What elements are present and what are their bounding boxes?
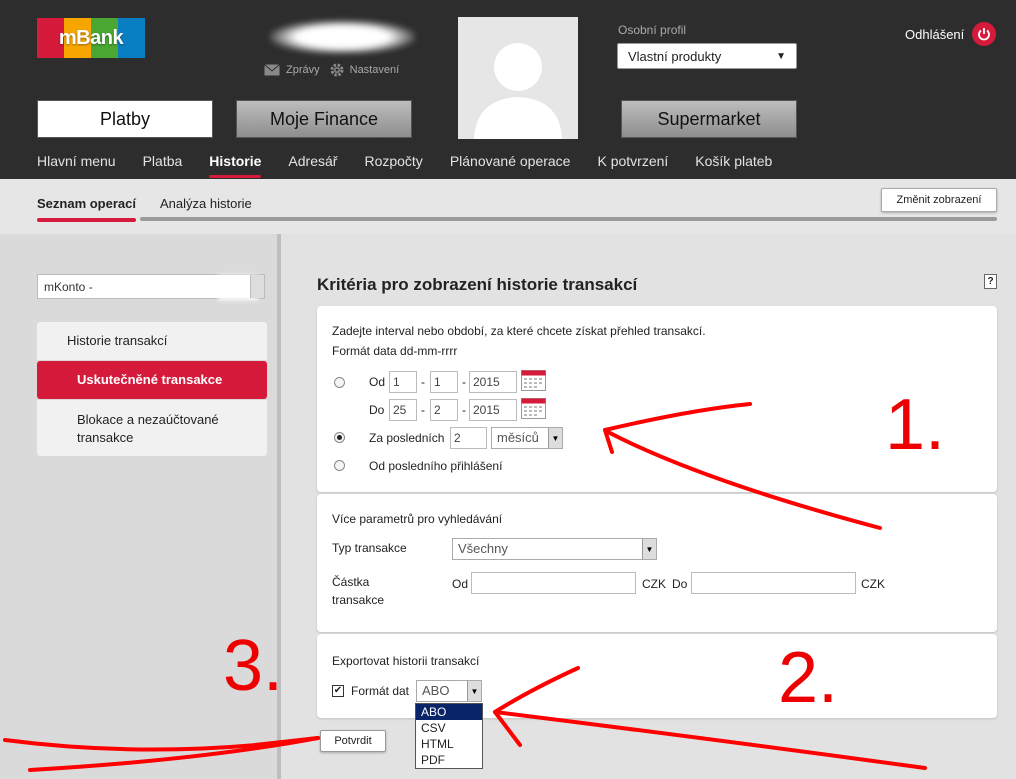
format-option[interactable]: ABO — [416, 704, 482, 720]
nav-k-potvrzeni[interactable]: K potvrzení — [597, 153, 668, 169]
transaction-type-label: Typ transakce — [332, 541, 407, 555]
nav-kosik-plateb[interactable]: Košík plateb — [695, 153, 772, 169]
format-option[interactable]: HTML — [416, 736, 482, 752]
nav-platba[interactable]: Platba — [143, 153, 183, 169]
change-view-button[interactable]: Změnit zobrazení — [881, 188, 997, 212]
to-month-input[interactable]: 2 — [430, 399, 458, 421]
to-label: Do — [369, 403, 385, 417]
more-params-title: Více parametrů pro vyhledávání — [332, 512, 503, 526]
messages-link[interactable]: Zprávy — [264, 64, 320, 76]
amount-from-label: Od — [452, 577, 469, 591]
annotation-1: 1. — [885, 385, 946, 465]
since-login-label: Od posledního přihlášení — [369, 459, 503, 473]
date-format-hint: Formát data dd-mm-rrrr — [332, 344, 458, 358]
account-select[interactable]: mKonto - — [37, 274, 265, 300]
currency-label: CZK — [642, 577, 666, 591]
help-icon[interactable]: ? — [984, 274, 997, 289]
annotation-3: 3. — [223, 626, 284, 706]
moje-finance-button[interactable]: Moje Finance — [236, 100, 412, 138]
amount-label: Částka — [332, 575, 370, 589]
radio-last-period[interactable] — [334, 432, 345, 443]
radio-date-range[interactable] — [334, 377, 345, 388]
nav-historie[interactable]: Historie — [209, 153, 262, 178]
nav-hlavni-menu[interactable]: Hlavní menu — [37, 153, 116, 169]
format-option[interactable]: PDF — [416, 752, 482, 768]
chevron-down-icon — [250, 275, 264, 298]
amount-to-label: Do — [672, 577, 688, 591]
calendar-icon[interactable] — [521, 398, 546, 419]
main-nav: Hlavní menu Platba Historie Adresář Rozp… — [37, 153, 799, 178]
person-silhouette-icon — [474, 43, 562, 139]
chevron-down-icon: ▼ — [776, 50, 786, 62]
from-month-input[interactable]: 1 — [430, 371, 458, 393]
tab-analyza-historie[interactable]: Analýza historie — [160, 196, 252, 211]
interval-intro: Zadejte interval nebo období, za které c… — [332, 324, 706, 338]
format-dropdown-list: ABO CSV HTML PDF — [415, 703, 483, 769]
last-period-input[interactable]: 2 — [450, 427, 487, 449]
more-params-panel: Více parametrů pro vyhledávání Typ trans… — [317, 494, 997, 632]
envelope-icon — [264, 64, 280, 76]
amount-from-input[interactable] — [471, 572, 636, 594]
format-label: Formát dat — [351, 684, 410, 698]
period-unit-select[interactable]: měsíců ▼ — [491, 427, 563, 449]
last-period-label: Za posledních — [369, 431, 445, 445]
settings-link[interactable]: Nastavení — [330, 63, 399, 77]
radio-since-login[interactable] — [334, 460, 345, 471]
sidebar-item-blokace[interactable]: Blokace a nezaúčtované transakce — [37, 400, 267, 456]
logout-button[interactable]: Odhlášení — [905, 22, 997, 46]
amount-to-input[interactable] — [691, 572, 856, 594]
to-year-input[interactable]: 2015 — [469, 399, 517, 421]
avatar[interactable] — [458, 17, 578, 139]
power-icon — [972, 22, 997, 46]
nav-adresar[interactable]: Adresář — [288, 153, 337, 169]
header: mBank xxxxxxxx Zprávy Nastavení Osobní p… — [0, 0, 1016, 179]
format-option[interactable]: CSV — [416, 720, 482, 736]
profile-label: Osobní profil — [618, 23, 687, 37]
from-label: Od — [369, 375, 386, 389]
amount-label-2: transakce — [332, 593, 385, 607]
gear-icon — [330, 63, 344, 77]
tab-underline — [140, 217, 997, 221]
platby-button[interactable]: Platby — [37, 100, 213, 138]
user-links: Zprávy Nastavení — [264, 63, 399, 77]
mbank-logo[interactable]: mBank — [37, 18, 145, 58]
annotation-2: 2. — [778, 638, 839, 718]
calendar-icon[interactable] — [521, 370, 546, 391]
nav-rozpocty[interactable]: Rozpočty — [364, 153, 422, 169]
page-title: Kritéria pro zobrazení historie transakc… — [317, 275, 638, 294]
sidebar-item-historie-transakci[interactable]: Historie transakcí — [37, 322, 267, 360]
from-year-input[interactable]: 2015 — [469, 371, 517, 393]
sidebar-item-uskutecnene-transakce[interactable]: Uskutečněné transakce — [37, 361, 267, 399]
submit-button[interactable]: Potvrdit — [320, 730, 386, 752]
sub-nav: Seznam operací Analýza historie Změnit z… — [0, 179, 1016, 234]
export-title: Exportovat historii transakcí — [332, 654, 480, 668]
chevron-down-icon: ▼ — [642, 539, 656, 559]
tab-seznam-operaci[interactable]: Seznam operací — [37, 196, 136, 222]
chevron-down-icon: ▼ — [467, 681, 481, 701]
transaction-type-select[interactable]: Všechny ▼ — [452, 538, 657, 560]
currency-label: CZK — [861, 577, 885, 591]
export-checkbox[interactable]: ✔ — [332, 685, 344, 697]
nav-planovane-operace[interactable]: Plánované operace — [450, 153, 571, 169]
profile-select[interactable]: Vlastní produkty ▼ — [617, 43, 797, 69]
format-select[interactable]: ABO ▼ — [416, 680, 482, 702]
supermarket-button[interactable]: Supermarket — [621, 100, 797, 138]
chevron-down-icon: ▼ — [548, 428, 562, 448]
to-day-input[interactable]: 25 — [389, 399, 417, 421]
from-day-input[interactable]: 1 — [389, 371, 417, 393]
username: xxxxxxxx — [270, 20, 415, 54]
